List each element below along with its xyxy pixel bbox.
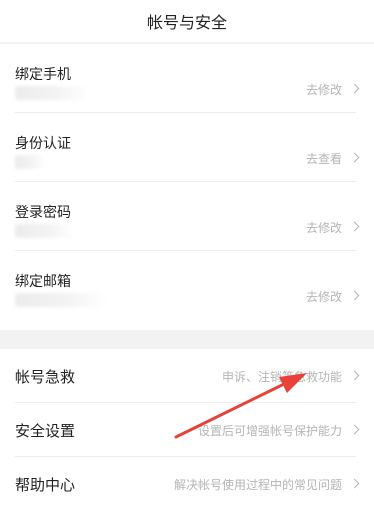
masked-password-value xyxy=(15,224,75,238)
page-title: 帐号与安全 xyxy=(146,13,227,32)
identity-verification-row[interactable]: 身份认证 去查看 xyxy=(0,113,374,182)
login-password-label: 登录密码 xyxy=(15,205,71,221)
chevron-right-icon xyxy=(349,83,360,94)
masked-email-value xyxy=(15,293,107,307)
chevron-right-icon xyxy=(349,221,360,232)
bind-email-action[interactable]: 去修改 xyxy=(306,288,342,305)
login-password-action[interactable]: 去修改 xyxy=(306,219,342,236)
identity-verification-label: 身份认证 xyxy=(15,136,71,152)
chevron-right-icon xyxy=(349,424,360,435)
account-rescue-row[interactable]: 帐号急救 申诉、注销等急救功能 xyxy=(0,349,374,403)
account-settings-group: 绑定手机 去修改 身份认证 去查看 登录密码 去修改 绑定邮箱 去修改 xyxy=(0,44,374,330)
bind-email-row[interactable]: 绑定邮箱 去修改 xyxy=(0,251,374,320)
security-settings-row[interactable]: 安全设置 设置后可增强帐号保护能力 xyxy=(0,403,374,457)
chevron-right-icon xyxy=(349,290,360,301)
chevron-right-icon xyxy=(349,370,360,381)
nav-header: 帐号与安全 xyxy=(0,0,374,42)
bind-email-label: 绑定邮箱 xyxy=(15,274,71,290)
bind-phone-label: 绑定手机 xyxy=(15,67,71,83)
account-rescue-label: 帐号急救 xyxy=(15,368,76,386)
bind-phone-row[interactable]: 绑定手机 去修改 xyxy=(0,44,374,113)
help-center-row[interactable]: 帮助中心 解决帐号使用过程中的常见问题 xyxy=(0,457,374,511)
masked-identity-value xyxy=(15,155,45,169)
help-center-description: 解决帐号使用过程中的常见问题 xyxy=(173,478,342,492)
chevron-right-icon xyxy=(349,478,360,489)
security-settings-label: 安全设置 xyxy=(15,422,76,440)
identity-verification-action[interactable]: 去查看 xyxy=(306,150,342,167)
security-tools-group: 帐号急救 申诉、注销等急救功能 安全设置 设置后可增强帐号保护能力 帮助中心 解… xyxy=(0,349,374,514)
chevron-right-icon xyxy=(349,152,360,163)
account-rescue-description: 申诉、注销等急救功能 xyxy=(221,370,342,384)
masked-phone-value xyxy=(15,86,89,100)
bind-phone-action[interactable]: 去修改 xyxy=(306,81,342,98)
security-settings-description: 设置后可增强帐号保护能力 xyxy=(197,424,342,438)
help-center-label: 帮助中心 xyxy=(15,476,76,494)
login-password-row[interactable]: 登录密码 去修改 xyxy=(0,182,374,251)
